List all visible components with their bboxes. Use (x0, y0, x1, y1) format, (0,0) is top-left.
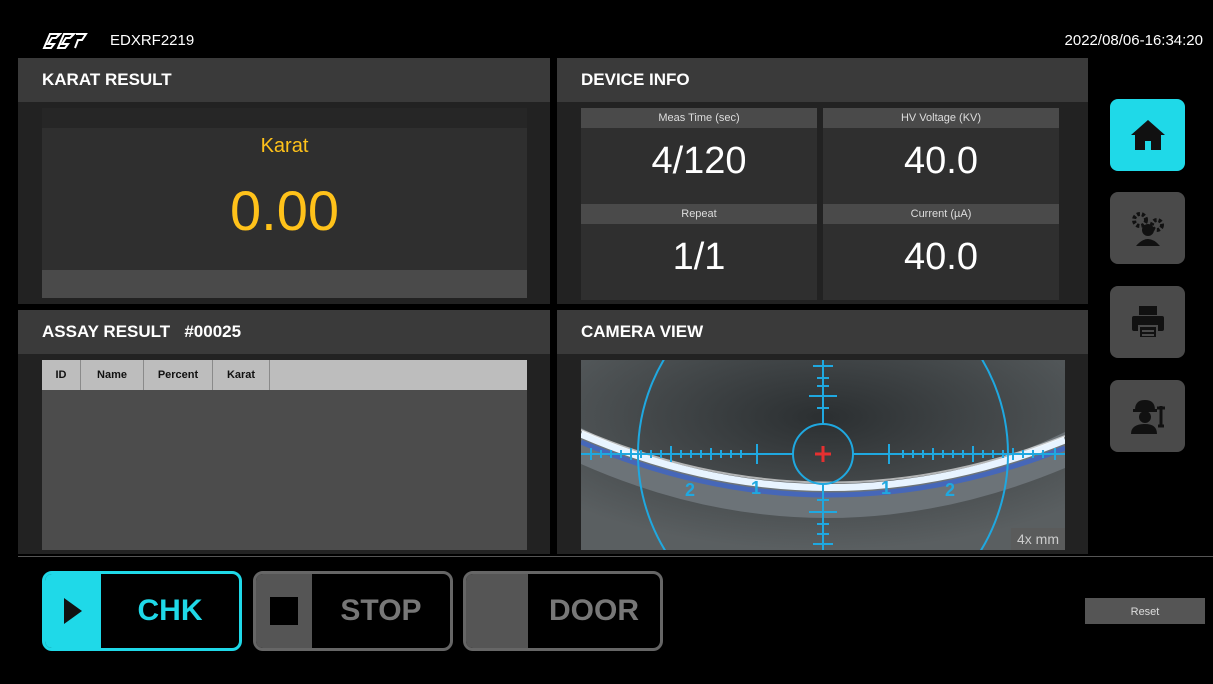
repeat-label: Repeat (581, 204, 817, 224)
current-label: Current (µA) (823, 204, 1059, 224)
play-icon (64, 598, 82, 624)
scale-label-right-1: 1 (881, 478, 891, 498)
stop-icon-zone (256, 574, 312, 648)
camera-image: 2 1 1 2 (581, 360, 1065, 550)
column-header-name[interactable]: Name (81, 360, 144, 390)
current-value: 40.0 (904, 236, 978, 278)
top-bar: EDXRF2219 2022/08/06-16:34:20 (0, 26, 1213, 56)
karat-display: Karat 0.00 (42, 108, 527, 298)
hv-voltage-card: HV Voltage (KV) 40.0 (823, 108, 1059, 204)
settings-user-button[interactable] (1110, 192, 1185, 264)
karat-result-panel: KARAT RESULT Karat 0.00 (18, 58, 550, 304)
column-header-percent[interactable]: Percent (144, 360, 213, 390)
panel-title: ASSAY RESULT #00025 (18, 310, 550, 354)
bottom-divider (18, 556, 1213, 557)
zoom-label: 4x mm (1011, 528, 1065, 550)
stop-icon (270, 597, 298, 625)
engineer-icon (1130, 400, 1165, 434)
door-button[interactable]: DOOR (463, 571, 663, 651)
karat-strip-top (42, 108, 527, 128)
door-label: DOOR (549, 594, 639, 627)
printer-icon (1131, 306, 1164, 339)
repeat-value: 1/1 (672, 236, 726, 278)
panel-title: DEVICE INFO (557, 58, 1088, 102)
play-icon-zone (45, 574, 101, 648)
printer-button[interactable] (1110, 286, 1185, 358)
meas-time-value: 4/120 (651, 140, 747, 182)
hv-voltage-value: 40.0 (904, 140, 978, 182)
repeat-card: Repeat 1/1 (581, 204, 817, 300)
door-icon-zone (466, 574, 528, 648)
scale-label-left-2: 2 (685, 480, 695, 500)
datetime: 2022/08/06-16:34:20 (1064, 32, 1203, 49)
chk-button[interactable]: CHK (42, 571, 242, 651)
panel-title: KARAT RESULT (18, 58, 550, 102)
hv-voltage-label: HV Voltage (KV) (823, 108, 1059, 128)
stop-button[interactable]: STOP (253, 571, 453, 651)
device-info-panel: DEVICE INFO Meas Time (sec) 4/120 HV Vol… (557, 58, 1088, 304)
scale-label-right-2: 2 (945, 480, 955, 500)
karat-value: 0.00 (230, 179, 339, 242)
current-card: Current (µA) 40.0 (823, 204, 1059, 300)
settings-user-icon (1131, 212, 1164, 246)
company-logo (42, 33, 88, 49)
camera-feed[interactable]: 2 1 1 2 4x mm (581, 360, 1065, 550)
engineer-button[interactable] (1110, 380, 1185, 452)
reset-button[interactable]: Reset (1085, 598, 1205, 624)
home-button[interactable] (1110, 99, 1185, 171)
camera-view-panel: CAMERA VIEW 2 1 1 2 4x mm (557, 310, 1088, 554)
karat-label: Karat (260, 135, 309, 157)
assay-table-header: ID Name Percent Karat (42, 360, 527, 390)
karat-strip-bottom (42, 270, 527, 298)
column-header-karat[interactable]: Karat (213, 360, 270, 390)
device-id: EDXRF2219 (110, 32, 195, 49)
assay-table[interactable]: ID Name Percent Karat (42, 360, 527, 550)
chk-label: CHK (137, 594, 203, 627)
assay-result-panel: ASSAY RESULT #00025 ID Name Percent Kara… (18, 310, 550, 554)
meas-time-card: Meas Time (sec) 4/120 (581, 108, 817, 204)
stop-label: STOP (340, 594, 422, 627)
column-header-id[interactable]: ID (42, 360, 81, 390)
home-icon (1130, 120, 1165, 150)
scale-label-left-1: 1 (751, 478, 761, 498)
meas-time-label: Meas Time (sec) (581, 108, 817, 128)
panel-title: CAMERA VIEW (557, 310, 1088, 354)
